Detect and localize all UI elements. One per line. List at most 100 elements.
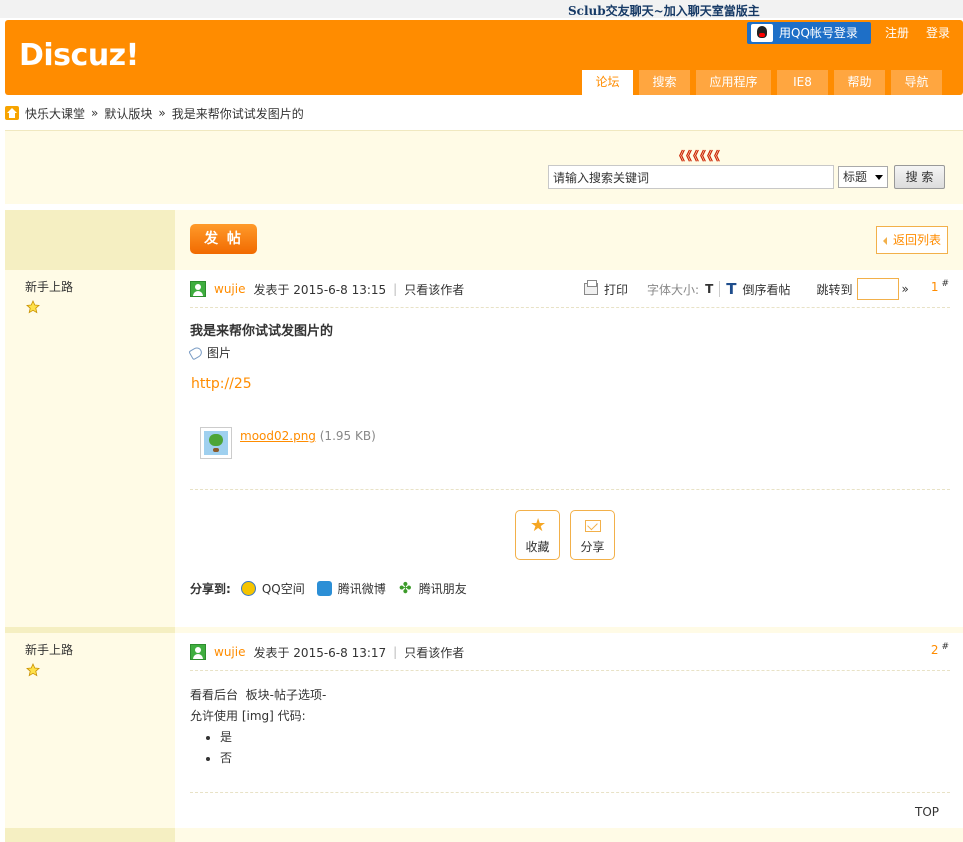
star-icon: ★ — [530, 515, 547, 536]
announcement-link[interactable]: Sclub交友聊天~加入聊天室當版主 — [568, 2, 760, 19]
toolbar-sidebar — [5, 210, 175, 270]
post-content: 看看后台 板块-帖子选项- 允许使用 [img] 代码: 是 否 — [190, 685, 326, 769]
search-scope-select[interactable]: 标题 — [838, 166, 888, 188]
nav-tab-help[interactable]: 帮助 — [834, 70, 885, 95]
register-link[interactable]: 注册 — [885, 24, 909, 41]
divider — [190, 792, 950, 793]
share-to-bar: 分享到: QQ空间 腾讯微博 ✤ 腾讯朋友 — [190, 580, 467, 597]
font-larger-button[interactable]: T — [726, 280, 736, 298]
share-button[interactable]: 分享 — [570, 510, 615, 560]
post-info: wujie 发表于 2015-6-8 13:17 | 只看该作者 — [190, 643, 464, 661]
floor-value: 2 — [930, 643, 939, 657]
user-rank: 新手上路 — [25, 643, 74, 657]
jump-floor-input[interactable] — [856, 278, 899, 300]
divider — [190, 307, 950, 308]
new-post-button[interactable]: 发 帖 — [190, 224, 257, 254]
divider: | — [393, 645, 398, 659]
breadcrumb-board[interactable]: 默认版块 — [104, 105, 152, 122]
floor-number[interactable]: 1 # — [931, 279, 949, 294]
star-icon — [26, 300, 40, 314]
print-icon[interactable] — [584, 280, 598, 295]
share-qzone[interactable]: QQ空间 — [262, 580, 305, 597]
floor-value: 1 — [930, 280, 939, 294]
home-icon[interactable] — [5, 106, 19, 120]
site-logo[interactable]: Discuz! — [19, 38, 139, 73]
post-time: 发表于 2015-6-8 13:17 — [253, 645, 387, 660]
nav-tab-forum[interactable]: 论坛 — [582, 70, 633, 95]
font-smaller-button[interactable]: T — [705, 282, 713, 296]
attachment: mood02.png (1.95 KB) — [200, 427, 376, 459]
top-strip: Sclub交友聊天~加入聊天室當版主 — [0, 0, 963, 18]
envelope-icon — [585, 520, 601, 532]
qq-login-button[interactable]: 用QQ帐号登录 — [747, 22, 871, 44]
author-link[interactable]: wujie — [214, 645, 245, 659]
attachment-size: (1.95 KB) — [319, 429, 376, 443]
search-input[interactable] — [548, 165, 834, 189]
search-panel: 《《《《《《 标题 搜 索 — [5, 130, 963, 204]
footer-strip-side — [5, 828, 175, 842]
share-weibo[interactable]: 腾讯微博 — [338, 580, 386, 597]
share-to-label: 分享到: — [190, 582, 231, 596]
content-line: 看看后台 板块-帖子选项- — [190, 688, 327, 702]
divider — [190, 670, 950, 671]
star-icon — [26, 663, 40, 677]
post-title: 我是来帮你试试发图片的 — [190, 324, 334, 339]
only-author-link[interactable]: 只看该作者 — [404, 281, 464, 298]
clover-icon[interactable]: ✤ — [398, 581, 413, 596]
nav-tab-search[interactable]: 搜索 — [639, 70, 690, 95]
post-info: wujie 发表于 2015-6-8 13:15 | 只看该作者 — [190, 280, 464, 298]
share-label: 分享 — [580, 540, 605, 554]
qq-penguin-icon — [751, 24, 773, 42]
search-button[interactable]: 搜 索 — [894, 165, 945, 189]
breadcrumb-thread[interactable]: 我是来帮你试试发图片的 — [172, 105, 304, 122]
floor-mark: # — [941, 279, 949, 289]
favorite-label: 收藏 — [525, 540, 550, 554]
jump-label: 跳转到 — [816, 282, 853, 297]
breadcrumb: 快乐大课堂 » 默认版块 » 我是来帮你试试发图片的 — [5, 104, 304, 122]
content-line: 允许使用 [img] 代码: — [190, 709, 306, 723]
favorite-button[interactable]: ★ 收藏 — [515, 510, 560, 560]
site-header: Discuz! 用QQ帐号登录 注册 登录 论坛 搜索 应用程序 IE8 帮助 … — [5, 20, 963, 95]
user-avatar-icon[interactable] — [190, 281, 206, 297]
nav-tab-ie8[interactable]: IE8 — [777, 70, 828, 95]
attachment-link[interactable]: mood02.png — [240, 429, 316, 443]
back-to-top-link[interactable]: TOP — [915, 805, 939, 819]
print-link[interactable]: 打印 — [604, 281, 628, 298]
nav-tab-guide[interactable]: 导航 — [891, 70, 942, 95]
nav-tab-apps[interactable]: 应用程序 — [696, 70, 771, 95]
font-size-label: 字体大小: — [647, 282, 700, 297]
floor-mark: # — [941, 642, 949, 652]
image-thumbnail-icon[interactable] — [200, 427, 232, 459]
share-pengyou[interactable]: 腾讯朋友 — [419, 580, 467, 597]
thread-toolbar: 发 帖 返回列表 — [5, 210, 963, 270]
qq-login-label: 用QQ帐号登录 — [779, 26, 858, 40]
list-item: 是 — [220, 727, 326, 748]
breadcrumb-home[interactable]: 快乐大课堂 — [25, 105, 85, 122]
divider — [719, 281, 721, 297]
login-link[interactable]: 登录 — [926, 24, 950, 41]
list-item: 否 — [220, 748, 326, 769]
breadcrumb-separator: » — [158, 106, 166, 120]
option-list: 是 否 — [220, 727, 326, 769]
post-tools: 打印 字体大小: T T 倒序看帖 跳转到 » — [584, 278, 909, 300]
jump-go-button[interactable]: » — [902, 282, 909, 296]
post-tag: 图片 — [188, 344, 231, 361]
divider — [190, 489, 950, 490]
divider: | — [393, 282, 398, 296]
floor-number[interactable]: 2 # — [931, 642, 949, 657]
post-1: 新手上路 wujie 发表于 2015-6-8 13:15 | 只看该作者 打印… — [5, 270, 963, 627]
qzone-icon[interactable] — [240, 581, 256, 596]
tencent-weibo-icon[interactable] — [316, 581, 332, 596]
post-link[interactable]: http://25 — [191, 376, 252, 392]
user-avatar-icon[interactable] — [190, 644, 206, 660]
reverse-order-link[interactable]: 倒序看帖 — [742, 281, 790, 298]
post-2: 新手上路 wujie 发表于 2015-6-8 13:17 | 只看该作者 2 #… — [5, 633, 963, 828]
post-author-sidebar — [5, 270, 175, 627]
author-link[interactable]: wujie — [214, 282, 245, 296]
breadcrumb-separator: » — [91, 106, 99, 120]
back-to-list-button[interactable]: 返回列表 — [876, 226, 948, 254]
tag-link[interactable]: 图片 — [207, 344, 231, 361]
main-nav: 论坛 搜索 应用程序 IE8 帮助 导航 — [582, 70, 942, 95]
only-author-link[interactable]: 只看该作者 — [404, 644, 464, 661]
post-time: 发表于 2015-6-8 13:15 — [253, 282, 387, 297]
